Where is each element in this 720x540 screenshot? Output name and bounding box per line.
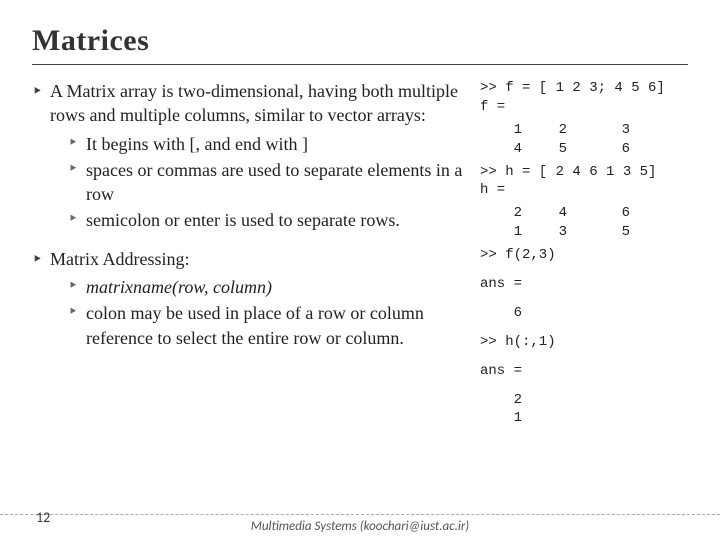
bullet-text: A Matrix array is two-dimensional, havin…: [50, 81, 458, 125]
matrix-row: 1 2 3: [480, 121, 682, 140]
matrix-cell: 1: [480, 121, 540, 140]
sub-bullet-item: It begins with [, and end with ]: [68, 132, 472, 156]
code-panel: >> f = [ 1 2 3; 4 5 6] f = 1 2 3 4 5 6 >…: [472, 79, 682, 428]
matrix-cell: 6: [585, 140, 630, 159]
sub-bullet-text: It begins with [, and end with ]: [86, 134, 308, 154]
slide: Matrices A Matrix array is two-dimension…: [0, 0, 720, 540]
ans-value: 1: [480, 409, 540, 428]
bullet-text: Matrix Addressing:: [50, 249, 190, 269]
bullet-item: A Matrix array is two-dimensional, havin…: [32, 79, 472, 241]
bullet-list: A Matrix array is two-dimensional, havin…: [32, 79, 472, 358]
sub-bullet-item: matrixname(row, column): [68, 275, 472, 299]
code-line: >> h(:,1): [480, 333, 682, 352]
sub-bullet-text: matrixname(row, column): [86, 277, 272, 297]
footer-text: Multimedia Systems (koochari@iust.ac.ir): [251, 519, 470, 534]
matrix-cell: 2: [540, 121, 585, 140]
sub-bullet-item: semicolon or enter is used to separate r…: [68, 208, 472, 232]
matrix-cell: 4: [480, 140, 540, 159]
code-line: ans =: [480, 362, 682, 381]
sub-bullet-item: colon may be used in place of a row or c…: [68, 301, 472, 350]
sub-bullet-text: spaces or commas are used to separate el…: [86, 160, 462, 204]
code-line: f =: [480, 98, 682, 117]
ans-row: 1: [480, 409, 682, 428]
matrix-cell: 1: [480, 223, 540, 242]
code-line: >> h = [ 2 4 6 1 3 5]: [480, 163, 682, 182]
ans-value: 6: [480, 304, 540, 323]
matrix-cell: 5: [585, 223, 630, 242]
ans-row: 2: [480, 391, 682, 410]
ans-row: 6: [480, 304, 682, 323]
page-number: 12: [36, 509, 50, 526]
matrix-cell: 4: [540, 204, 585, 223]
matrix-cell: 5: [540, 140, 585, 159]
code-line: >> f(2,3): [480, 246, 682, 265]
sub-bullet-text: colon may be used in place of a row or c…: [86, 303, 424, 347]
matrix-cell: 3: [540, 223, 585, 242]
page-title: Matrices: [32, 24, 688, 65]
sub-bullet-list: matrixname(row, column) colon may be use…: [50, 271, 472, 358]
matrix-cell: 2: [480, 204, 540, 223]
sub-bullet-text: semicolon or enter is used to separate r…: [86, 210, 400, 230]
ans-value: 2: [480, 391, 540, 410]
code-line: >> f = [ 1 2 3; 4 5 6]: [480, 79, 682, 98]
matrix-cell: 6: [585, 204, 630, 223]
matrix-row: 2 4 6: [480, 204, 682, 223]
matrix-row: 1 3 5: [480, 223, 682, 242]
code-line: h =: [480, 181, 682, 200]
matrix-row: 4 5 6: [480, 140, 682, 159]
code-line: ans =: [480, 275, 682, 294]
content-row: A Matrix array is two-dimensional, havin…: [32, 79, 688, 428]
matrix-cell: 3: [585, 121, 630, 140]
footer: 12 Multimedia Systems (koochari@iust.ac.…: [0, 514, 720, 534]
sub-bullet-list: It begins with [, and end with ] spaces …: [50, 128, 472, 241]
body-text: A Matrix array is two-dimensional, havin…: [32, 79, 472, 428]
sub-bullet-item: spaces or commas are used to separate el…: [68, 158, 472, 207]
bullet-item: Matrix Addressing: matrixname(row, colum…: [32, 247, 472, 358]
